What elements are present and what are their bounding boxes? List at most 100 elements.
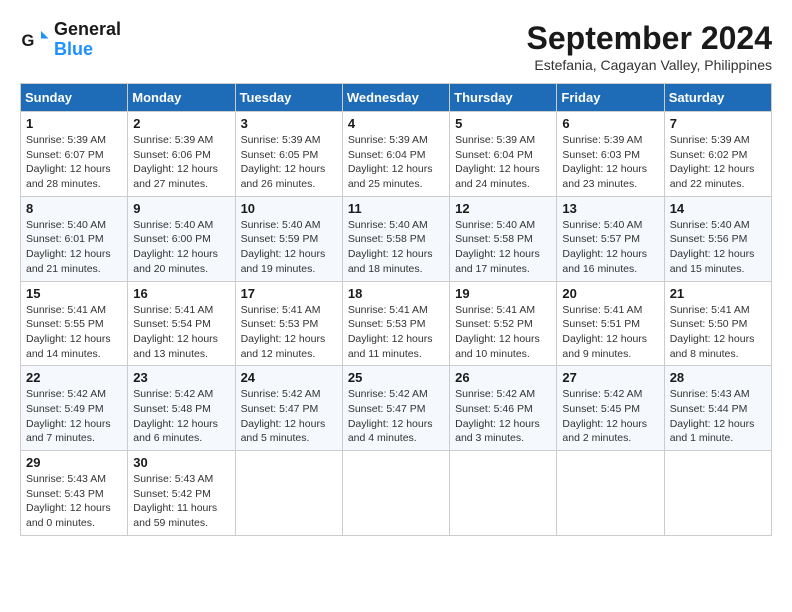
day-info: Sunrise: 5:42 AM Sunset: 5:49 PM Dayligh… bbox=[26, 387, 122, 446]
day-info: Sunrise: 5:42 AM Sunset: 5:47 PM Dayligh… bbox=[241, 387, 337, 446]
calendar-cell bbox=[664, 451, 771, 536]
day-info: Sunrise: 5:39 AM Sunset: 6:04 PM Dayligh… bbox=[348, 133, 444, 192]
calendar-cell bbox=[450, 451, 557, 536]
day-number: 4 bbox=[348, 116, 444, 131]
day-number: 12 bbox=[455, 201, 551, 216]
calendar-cell: 27 Sunrise: 5:42 AM Sunset: 5:45 PM Dayl… bbox=[557, 366, 664, 451]
calendar-week-row: 15 Sunrise: 5:41 AM Sunset: 5:55 PM Dayl… bbox=[21, 281, 772, 366]
logo: G General Blue bbox=[20, 20, 121, 60]
day-info: Sunrise: 5:41 AM Sunset: 5:55 PM Dayligh… bbox=[26, 303, 122, 362]
day-number: 20 bbox=[562, 286, 658, 301]
day-info: Sunrise: 5:42 AM Sunset: 5:45 PM Dayligh… bbox=[562, 387, 658, 446]
day-number: 9 bbox=[133, 201, 229, 216]
day-info: Sunrise: 5:39 AM Sunset: 6:04 PM Dayligh… bbox=[455, 133, 551, 192]
calendar-week-row: 22 Sunrise: 5:42 AM Sunset: 5:49 PM Dayl… bbox=[21, 366, 772, 451]
day-number: 6 bbox=[562, 116, 658, 131]
day-number: 25 bbox=[348, 370, 444, 385]
calendar-cell: 3 Sunrise: 5:39 AM Sunset: 6:05 PM Dayli… bbox=[235, 112, 342, 197]
day-number: 24 bbox=[241, 370, 337, 385]
weekday-header: Sunday bbox=[21, 84, 128, 112]
calendar-cell: 15 Sunrise: 5:41 AM Sunset: 5:55 PM Dayl… bbox=[21, 281, 128, 366]
weekday-header: Thursday bbox=[450, 84, 557, 112]
calendar-cell: 12 Sunrise: 5:40 AM Sunset: 5:58 PM Dayl… bbox=[450, 196, 557, 281]
day-number: 28 bbox=[670, 370, 766, 385]
calendar-header-row: SundayMondayTuesdayWednesdayThursdayFrid… bbox=[21, 84, 772, 112]
day-number: 21 bbox=[670, 286, 766, 301]
day-info: Sunrise: 5:42 AM Sunset: 5:48 PM Dayligh… bbox=[133, 387, 229, 446]
day-info: Sunrise: 5:39 AM Sunset: 6:03 PM Dayligh… bbox=[562, 133, 658, 192]
day-info: Sunrise: 5:43 AM Sunset: 5:43 PM Dayligh… bbox=[26, 472, 122, 531]
calendar-cell: 22 Sunrise: 5:42 AM Sunset: 5:49 PM Dayl… bbox=[21, 366, 128, 451]
calendar-cell: 23 Sunrise: 5:42 AM Sunset: 5:48 PM Dayl… bbox=[128, 366, 235, 451]
day-info: Sunrise: 5:41 AM Sunset: 5:53 PM Dayligh… bbox=[241, 303, 337, 362]
day-info: Sunrise: 5:40 AM Sunset: 5:58 PM Dayligh… bbox=[455, 218, 551, 277]
calendar-cell: 4 Sunrise: 5:39 AM Sunset: 6:04 PM Dayli… bbox=[342, 112, 449, 197]
day-number: 11 bbox=[348, 201, 444, 216]
day-number: 10 bbox=[241, 201, 337, 216]
day-number: 5 bbox=[455, 116, 551, 131]
logo-icon: G bbox=[20, 25, 50, 55]
logo-text: General Blue bbox=[54, 20, 121, 60]
calendar-week-row: 29 Sunrise: 5:43 AM Sunset: 5:43 PM Dayl… bbox=[21, 451, 772, 536]
calendar-cell: 5 Sunrise: 5:39 AM Sunset: 6:04 PM Dayli… bbox=[450, 112, 557, 197]
calendar-cell: 14 Sunrise: 5:40 AM Sunset: 5:56 PM Dayl… bbox=[664, 196, 771, 281]
day-number: 27 bbox=[562, 370, 658, 385]
calendar-cell: 29 Sunrise: 5:43 AM Sunset: 5:43 PM Dayl… bbox=[21, 451, 128, 536]
weekday-header: Monday bbox=[128, 84, 235, 112]
location-subtitle: Estefania, Cagayan Valley, Philippines bbox=[527, 57, 772, 73]
day-info: Sunrise: 5:40 AM Sunset: 5:58 PM Dayligh… bbox=[348, 218, 444, 277]
calendar-cell: 8 Sunrise: 5:40 AM Sunset: 6:01 PM Dayli… bbox=[21, 196, 128, 281]
day-info: Sunrise: 5:41 AM Sunset: 5:54 PM Dayligh… bbox=[133, 303, 229, 362]
calendar-cell: 17 Sunrise: 5:41 AM Sunset: 5:53 PM Dayl… bbox=[235, 281, 342, 366]
day-info: Sunrise: 5:43 AM Sunset: 5:42 PM Dayligh… bbox=[133, 472, 229, 531]
calendar-cell: 10 Sunrise: 5:40 AM Sunset: 5:59 PM Dayl… bbox=[235, 196, 342, 281]
calendar-cell: 18 Sunrise: 5:41 AM Sunset: 5:53 PM Dayl… bbox=[342, 281, 449, 366]
calendar-cell: 6 Sunrise: 5:39 AM Sunset: 6:03 PM Dayli… bbox=[557, 112, 664, 197]
calendar-cell: 13 Sunrise: 5:40 AM Sunset: 5:57 PM Dayl… bbox=[557, 196, 664, 281]
day-number: 14 bbox=[670, 201, 766, 216]
calendar-cell bbox=[342, 451, 449, 536]
day-info: Sunrise: 5:40 AM Sunset: 6:00 PM Dayligh… bbox=[133, 218, 229, 277]
day-number: 16 bbox=[133, 286, 229, 301]
day-info: Sunrise: 5:42 AM Sunset: 5:46 PM Dayligh… bbox=[455, 387, 551, 446]
day-number: 3 bbox=[241, 116, 337, 131]
day-info: Sunrise: 5:41 AM Sunset: 5:52 PM Dayligh… bbox=[455, 303, 551, 362]
calendar-cell: 20 Sunrise: 5:41 AM Sunset: 5:51 PM Dayl… bbox=[557, 281, 664, 366]
day-info: Sunrise: 5:42 AM Sunset: 5:47 PM Dayligh… bbox=[348, 387, 444, 446]
calendar-week-row: 8 Sunrise: 5:40 AM Sunset: 6:01 PM Dayli… bbox=[21, 196, 772, 281]
calendar-cell: 26 Sunrise: 5:42 AM Sunset: 5:46 PM Dayl… bbox=[450, 366, 557, 451]
day-info: Sunrise: 5:40 AM Sunset: 6:01 PM Dayligh… bbox=[26, 218, 122, 277]
calendar-table: SundayMondayTuesdayWednesdayThursdayFrid… bbox=[20, 83, 772, 536]
day-number: 23 bbox=[133, 370, 229, 385]
calendar-cell: 1 Sunrise: 5:39 AM Sunset: 6:07 PM Dayli… bbox=[21, 112, 128, 197]
title-block: September 2024 Estefania, Cagayan Valley… bbox=[527, 20, 772, 73]
day-info: Sunrise: 5:39 AM Sunset: 6:05 PM Dayligh… bbox=[241, 133, 337, 192]
day-info: Sunrise: 5:41 AM Sunset: 5:53 PM Dayligh… bbox=[348, 303, 444, 362]
day-info: Sunrise: 5:39 AM Sunset: 6:02 PM Dayligh… bbox=[670, 133, 766, 192]
day-number: 13 bbox=[562, 201, 658, 216]
day-number: 29 bbox=[26, 455, 122, 470]
weekday-header: Saturday bbox=[664, 84, 771, 112]
calendar-cell: 2 Sunrise: 5:39 AM Sunset: 6:06 PM Dayli… bbox=[128, 112, 235, 197]
calendar-week-row: 1 Sunrise: 5:39 AM Sunset: 6:07 PM Dayli… bbox=[21, 112, 772, 197]
svg-text:G: G bbox=[22, 32, 35, 50]
month-title: September 2024 bbox=[527, 20, 772, 57]
calendar-cell: 16 Sunrise: 5:41 AM Sunset: 5:54 PM Dayl… bbox=[128, 281, 235, 366]
day-info: Sunrise: 5:39 AM Sunset: 6:06 PM Dayligh… bbox=[133, 133, 229, 192]
day-info: Sunrise: 5:41 AM Sunset: 5:51 PM Dayligh… bbox=[562, 303, 658, 362]
day-number: 15 bbox=[26, 286, 122, 301]
calendar-cell: 21 Sunrise: 5:41 AM Sunset: 5:50 PM Dayl… bbox=[664, 281, 771, 366]
day-number: 26 bbox=[455, 370, 551, 385]
day-number: 2 bbox=[133, 116, 229, 131]
weekday-header: Tuesday bbox=[235, 84, 342, 112]
calendar-cell: 19 Sunrise: 5:41 AM Sunset: 5:52 PM Dayl… bbox=[450, 281, 557, 366]
day-number: 1 bbox=[26, 116, 122, 131]
calendar-cell: 9 Sunrise: 5:40 AM Sunset: 6:00 PM Dayli… bbox=[128, 196, 235, 281]
calendar-cell: 28 Sunrise: 5:43 AM Sunset: 5:44 PM Dayl… bbox=[664, 366, 771, 451]
calendar-cell: 11 Sunrise: 5:40 AM Sunset: 5:58 PM Dayl… bbox=[342, 196, 449, 281]
calendar-cell bbox=[235, 451, 342, 536]
day-info: Sunrise: 5:41 AM Sunset: 5:50 PM Dayligh… bbox=[670, 303, 766, 362]
calendar-cell: 7 Sunrise: 5:39 AM Sunset: 6:02 PM Dayli… bbox=[664, 112, 771, 197]
day-number: 8 bbox=[26, 201, 122, 216]
calendar-cell: 25 Sunrise: 5:42 AM Sunset: 5:47 PM Dayl… bbox=[342, 366, 449, 451]
